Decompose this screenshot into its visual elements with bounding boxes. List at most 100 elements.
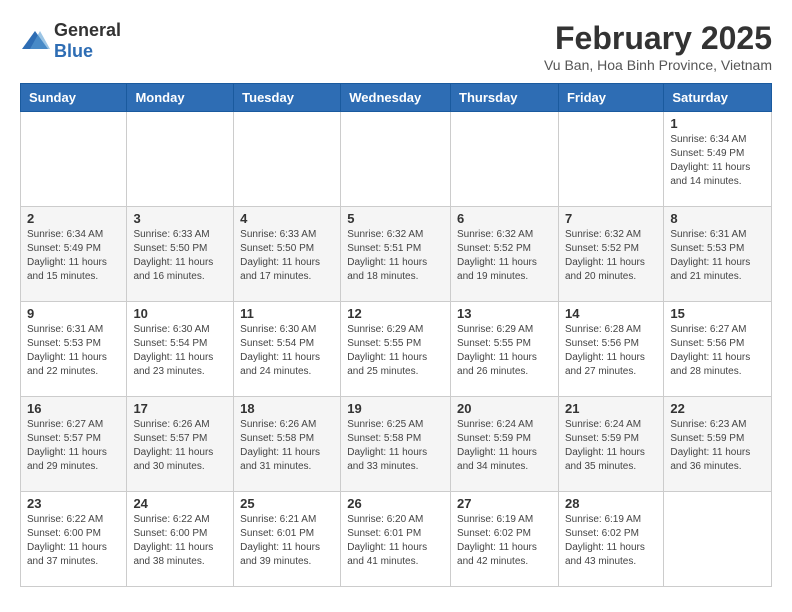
calendar-week-3: 9 Sunrise: 6:31 AM Sunset: 5:53 PM Daylig… [21, 302, 772, 397]
logo-icon [20, 29, 50, 53]
day-number: 8 [670, 211, 765, 226]
calendar-table: SundayMondayTuesdayWednesdayThursdayFrid… [20, 83, 772, 587]
day-info: Sunrise: 6:32 AM Sunset: 5:52 PM Dayligh… [565, 228, 657, 284]
calendar-cell [558, 112, 663, 207]
day-info: Sunrise: 6:24 AM Sunset: 5:59 PM Dayligh… [457, 418, 552, 474]
day-number: 4 [240, 211, 334, 226]
day-info: Sunrise: 6:24 AM Sunset: 5:59 PM Dayligh… [565, 418, 657, 474]
day-info: Sunrise: 6:26 AM Sunset: 5:57 PM Dayligh… [133, 418, 227, 474]
calendar-cell: 2 Sunrise: 6:34 AM Sunset: 5:49 PM Daylig… [21, 207, 127, 302]
day-info: Sunrise: 6:29 AM Sunset: 5:55 PM Dayligh… [457, 323, 552, 379]
day-number: 23 [27, 496, 120, 511]
calendar-cell: 21 Sunrise: 6:24 AM Sunset: 5:59 PM Dayli… [558, 397, 663, 492]
calendar-cell [451, 112, 559, 207]
day-info: Sunrise: 6:19 AM Sunset: 6:02 PM Dayligh… [457, 513, 552, 569]
calendar-cell: 3Sunrise: 6:33 AM Sunset: 5:50 PM Daylig… [127, 207, 234, 302]
location: Vu Ban, Hoa Binh Province, Vietnam [544, 57, 772, 73]
day-info: Sunrise: 6:31 AM Sunset: 5:53 PM Dayligh… [670, 228, 765, 284]
day-info: Sunrise: 6:21 AM Sunset: 6:01 PM Dayligh… [240, 513, 334, 569]
calendar-cell: 25 Sunrise: 6:21 AM Sunset: 6:01 PM Dayli… [234, 492, 341, 587]
month-year: February 2025 [544, 20, 772, 57]
calendar-week-4: 16 Sunrise: 6:27 AM Sunset: 5:57 PM Dayli… [21, 397, 772, 492]
day-number: 12 [347, 306, 444, 321]
day-info: Sunrise: 6:22 AM Sunset: 6:00 PM Dayligh… [133, 513, 227, 569]
day-info: Sunrise: 6:32 AM Sunset: 5:51 PM Dayligh… [347, 228, 444, 284]
day-info: Sunrise: 6:34 AM Sunset: 5:49 PM Dayligh… [670, 133, 765, 189]
day-info: Sunrise: 6:33 AM Sunset: 5:50 PM Dayligh… [133, 228, 227, 284]
calendar-cell: 16 Sunrise: 6:27 AM Sunset: 5:57 PM Dayli… [21, 397, 127, 492]
calendar-cell: 15 Sunrise: 6:27 AM Sunset: 5:56 PM Dayli… [664, 302, 772, 397]
day-info: Sunrise: 6:30 AM Sunset: 5:54 PM Dayligh… [133, 323, 227, 379]
day-info: Sunrise: 6:19 AM Sunset: 6:02 PM Dayligh… [565, 513, 657, 569]
day-number: 24 [133, 496, 227, 511]
day-info: Sunrise: 6:34 AM Sunset: 5:49 PM Dayligh… [27, 228, 120, 284]
calendar-header: SundayMondayTuesdayWednesdayThursdayFrid… [21, 84, 772, 112]
day-number: 26 [347, 496, 444, 511]
calendar-cell: 10 Sunrise: 6:30 AM Sunset: 5:54 PM Dayli… [127, 302, 234, 397]
calendar-cell: 13 Sunrise: 6:29 AM Sunset: 5:55 PM Dayli… [451, 302, 559, 397]
logo: General Blue [20, 20, 121, 62]
day-number: 18 [240, 401, 334, 416]
calendar-cell [234, 112, 341, 207]
day-number: 21 [565, 401, 657, 416]
day-info: Sunrise: 6:27 AM Sunset: 5:57 PM Dayligh… [27, 418, 120, 474]
page-header: General Blue February 2025 Vu Ban, Hoa B… [20, 20, 772, 73]
logo-text: General Blue [54, 20, 121, 62]
calendar-cell: 17 Sunrise: 6:26 AM Sunset: 5:57 PM Dayli… [127, 397, 234, 492]
day-info: Sunrise: 6:30 AM Sunset: 5:54 PM Dayligh… [240, 323, 334, 379]
day-number: 13 [457, 306, 552, 321]
day-number: 16 [27, 401, 120, 416]
calendar-week-5: 23 Sunrise: 6:22 AM Sunset: 6:00 PM Dayli… [21, 492, 772, 587]
calendar-cell: 6Sunrise: 6:32 AM Sunset: 5:52 PM Daylig… [451, 207, 559, 302]
calendar-cell: 20 Sunrise: 6:24 AM Sunset: 5:59 PM Dayli… [451, 397, 559, 492]
calendar-cell: 8 Sunrise: 6:31 AM Sunset: 5:53 PM Daylig… [664, 207, 772, 302]
day-info: Sunrise: 6:23 AM Sunset: 5:59 PM Dayligh… [670, 418, 765, 474]
day-number: 20 [457, 401, 552, 416]
calendar-cell: 14Sunrise: 6:28 AM Sunset: 5:56 PM Dayli… [558, 302, 663, 397]
day-number: 7 [565, 211, 657, 226]
day-info: Sunrise: 6:33 AM Sunset: 5:50 PM Dayligh… [240, 228, 334, 284]
weekday-header-monday: Monday [127, 84, 234, 112]
calendar-week-1: 1 Sunrise: 6:34 AM Sunset: 5:49 PM Daylig… [21, 112, 772, 207]
calendar-cell: 18Sunrise: 6:26 AM Sunset: 5:58 PM Dayli… [234, 397, 341, 492]
weekday-header-row: SundayMondayTuesdayWednesdayThursdayFrid… [21, 84, 772, 112]
weekday-header-tuesday: Tuesday [234, 84, 341, 112]
day-number: 27 [457, 496, 552, 511]
day-info: Sunrise: 6:27 AM Sunset: 5:56 PM Dayligh… [670, 323, 765, 379]
calendar-cell: 1 Sunrise: 6:34 AM Sunset: 5:49 PM Daylig… [664, 112, 772, 207]
calendar-cell: 5 Sunrise: 6:32 AM Sunset: 5:51 PM Daylig… [341, 207, 451, 302]
weekday-header-thursday: Thursday [451, 84, 559, 112]
day-info: Sunrise: 6:20 AM Sunset: 6:01 PM Dayligh… [347, 513, 444, 569]
logo-general: General [54, 20, 121, 40]
day-info: Sunrise: 6:32 AM Sunset: 5:52 PM Dayligh… [457, 228, 552, 284]
calendar-cell [341, 112, 451, 207]
weekday-header-saturday: Saturday [664, 84, 772, 112]
calendar-cell: 12 Sunrise: 6:29 AM Sunset: 5:55 PM Dayli… [341, 302, 451, 397]
calendar-cell: 11Sunrise: 6:30 AM Sunset: 5:54 PM Dayli… [234, 302, 341, 397]
day-info: Sunrise: 6:29 AM Sunset: 5:55 PM Dayligh… [347, 323, 444, 379]
day-info: Sunrise: 6:31 AM Sunset: 5:53 PM Dayligh… [27, 323, 120, 379]
day-number: 17 [133, 401, 227, 416]
calendar-cell: 22 Sunrise: 6:23 AM Sunset: 5:59 PM Dayli… [664, 397, 772, 492]
calendar-week-2: 2 Sunrise: 6:34 AM Sunset: 5:49 PM Daylig… [21, 207, 772, 302]
calendar-cell: 27 Sunrise: 6:19 AM Sunset: 6:02 PM Dayli… [451, 492, 559, 587]
day-number: 25 [240, 496, 334, 511]
day-number: 15 [670, 306, 765, 321]
day-number: 5 [347, 211, 444, 226]
calendar-body: 1 Sunrise: 6:34 AM Sunset: 5:49 PM Daylig… [21, 112, 772, 587]
day-info: Sunrise: 6:28 AM Sunset: 5:56 PM Dayligh… [565, 323, 657, 379]
day-number: 1 [670, 116, 765, 131]
calendar-cell: 26 Sunrise: 6:20 AM Sunset: 6:01 PM Dayli… [341, 492, 451, 587]
calendar-cell: 24 Sunrise: 6:22 AM Sunset: 6:00 PM Dayli… [127, 492, 234, 587]
calendar-cell: 28Sunrise: 6:19 AM Sunset: 6:02 PM Dayli… [558, 492, 663, 587]
calendar-cell: 19Sunrise: 6:25 AM Sunset: 5:58 PM Dayli… [341, 397, 451, 492]
day-info: Sunrise: 6:25 AM Sunset: 5:58 PM Dayligh… [347, 418, 444, 474]
day-info: Sunrise: 6:22 AM Sunset: 6:00 PM Dayligh… [27, 513, 120, 569]
day-number: 10 [133, 306, 227, 321]
day-number: 2 [27, 211, 120, 226]
day-number: 22 [670, 401, 765, 416]
day-number: 9 [27, 306, 120, 321]
logo-blue: Blue [54, 41, 93, 61]
weekday-header-sunday: Sunday [21, 84, 127, 112]
calendar-cell: 23 Sunrise: 6:22 AM Sunset: 6:00 PM Dayli… [21, 492, 127, 587]
